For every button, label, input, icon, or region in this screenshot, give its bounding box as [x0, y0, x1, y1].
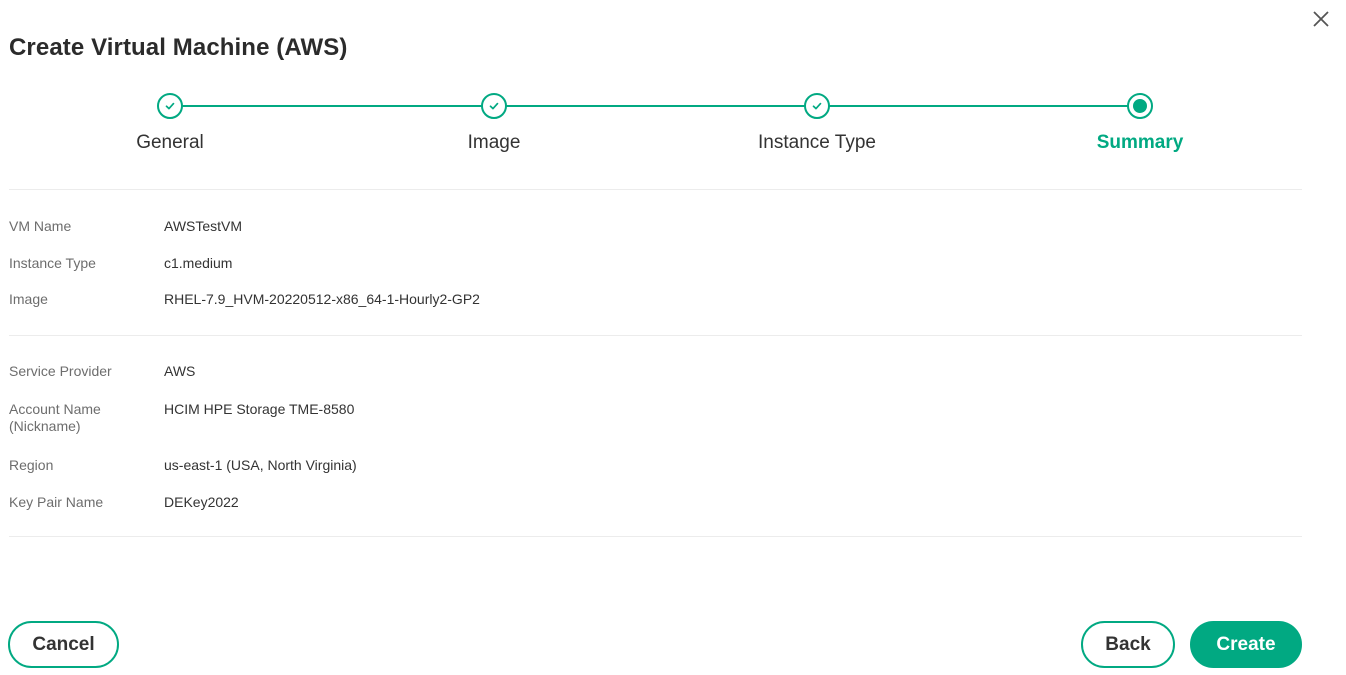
field-value: RHEL-7.9_HVM-20220512-x86_64-1-Hourly2-G… — [164, 291, 480, 307]
summary-row-instance-type: Instance Type c1.medium — [9, 255, 232, 272]
step-completed-circle — [804, 93, 830, 119]
field-value: c1.medium — [164, 255, 233, 271]
field-label: Instance Type — [9, 255, 96, 271]
summary-row-vm-name: VM Name AWSTestVM — [9, 218, 242, 235]
field-value: us-east-1 (USA, North Virginia) — [164, 457, 357, 473]
step-image[interactable]: Image — [384, 88, 604, 154]
step-label-active: Summary — [1096, 132, 1184, 153]
step-general[interactable]: General — [60, 88, 280, 154]
step-instance-type[interactable]: Instance Type — [707, 88, 927, 154]
step-label: General — [136, 132, 204, 153]
close-button[interactable] — [1306, 4, 1336, 34]
summary-row-service-provider: Service Provider AWS — [9, 363, 195, 380]
step-active-circle — [1127, 93, 1153, 119]
field-value: HCIM HPE Storage TME-8580 — [164, 401, 355, 417]
step-label: Instance Type — [758, 132, 876, 153]
cancel-button[interactable]: Cancel — [8, 621, 119, 668]
field-label: Image — [9, 291, 48, 307]
divider — [9, 335, 1302, 336]
field-label: Region — [9, 457, 54, 473]
wizard-stepper: General Image Instance Type Summary — [0, 88, 1346, 168]
create-button[interactable]: Create — [1190, 621, 1302, 668]
dot-icon — [1133, 99, 1147, 113]
stepper-progress-line — [170, 105, 1140, 107]
check-icon — [812, 102, 822, 110]
divider — [9, 189, 1302, 190]
summary-row-account-name: Account Name (Nickname) HCIM HPE Storage… — [9, 401, 354, 435]
divider — [9, 536, 1302, 537]
create-vm-dialog: Create Virtual Machine (AWS) General Ima… — [0, 0, 1346, 675]
field-label-multiline: Account Name (Nickname) — [9, 401, 164, 435]
step-completed-circle — [157, 93, 183, 119]
summary-row-image: Image RHEL-7.9_HVM-20220512-x86_64-1-Hou… — [9, 291, 480, 308]
back-button[interactable]: Back — [1081, 621, 1175, 668]
step-completed-circle — [481, 93, 507, 119]
close-icon — [1313, 11, 1329, 27]
field-label: Key Pair Name — [9, 494, 104, 510]
dialog-title: Create Virtual Machine (AWS) — [9, 34, 348, 61]
summary-row-key-pair-name: Key Pair Name DEKey2022 — [9, 494, 239, 511]
field-value: AWSTestVM — [164, 218, 243, 234]
step-label: Image — [467, 132, 521, 153]
check-icon — [489, 102, 499, 110]
field-label: Service Provider — [9, 363, 112, 379]
field-value: AWS — [164, 363, 196, 379]
check-icon — [165, 102, 175, 110]
step-summary[interactable]: Summary — [1030, 88, 1250, 154]
field-label-line: Account Name — [9, 401, 101, 417]
field-label-line: (Nickname) — [9, 418, 81, 434]
summary-row-region: Region us-east-1 (USA, North Virginia) — [9, 457, 357, 474]
field-value: DEKey2022 — [164, 494, 239, 510]
field-label: VM Name — [9, 218, 72, 234]
